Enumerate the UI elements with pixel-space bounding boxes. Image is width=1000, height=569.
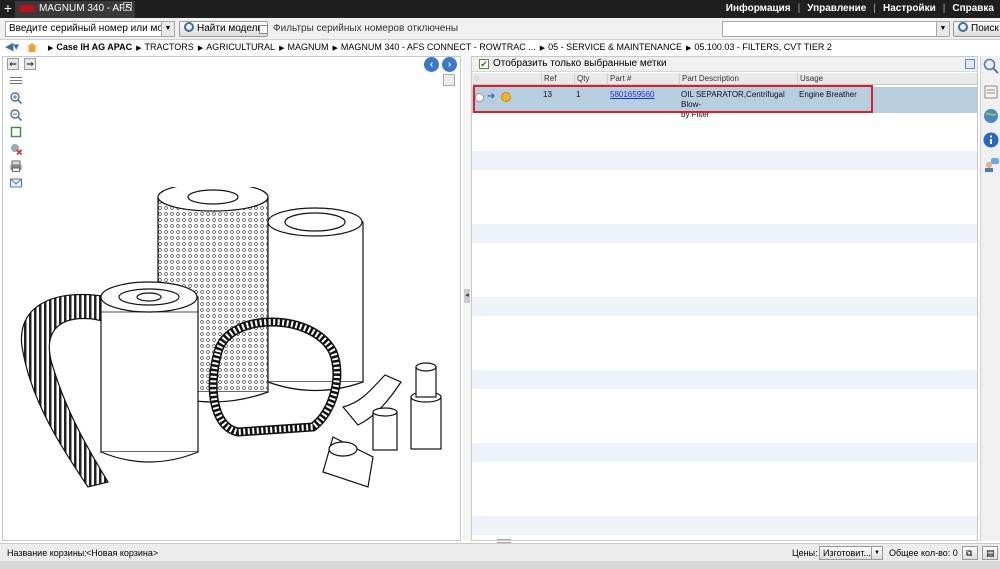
basket-label: Название корзины: <box>7 548 87 558</box>
document-tab[interactable]: MAGNUM 340 - AFS C... × <box>15 1 135 18</box>
column-ref[interactable]: Ref <box>541 73 574 85</box>
next-page-icon[interactable]: ⇒ <box>24 58 36 70</box>
document-list-icon[interactable] <box>983 84 999 100</box>
empty-row <box>472 297 977 316</box>
basket-view-icon[interactable]: ⧉ <box>962 546 978 560</box>
chevron-down-icon[interactable]: ▼ <box>936 22 949 36</box>
menu-settings[interactable]: Настройки <box>883 3 936 14</box>
fit-to-window-icon[interactable] <box>10 126 22 138</box>
parts-list-header: ✔ Отобразить только выбранные метки <box>472 57 977 72</box>
chevron-down-icon[interactable]: ▼ <box>161 22 174 36</box>
basket-add-icon[interactable]: ▤ <box>982 546 998 560</box>
tab-close-icon[interactable]: × <box>123 2 132 11</box>
total-quantity: Общее кол-во: 0 <box>889 548 958 558</box>
illustration-pane: ⇐ ⇒ ‹ › <box>2 56 461 541</box>
serial-model-input-value: Введите серийный номер или модель <box>9 23 175 34</box>
show-selected-label: Отобразить только выбранные метки <box>493 58 667 69</box>
breadcrumb-item[interactable]: MAGNUM <box>275 42 328 52</box>
brand-logo-icon <box>19 4 35 12</box>
resize-grip-icon[interactable] <box>497 539 511 543</box>
column-settings-icon[interactable] <box>965 59 975 69</box>
menu-help[interactable]: Справка <box>952 3 994 14</box>
search-button[interactable]: Поиск <box>953 21 1000 37</box>
new-tab-button[interactable]: + <box>2 0 14 18</box>
serial-filter-status: Фильтры серийных номеров отключены <box>273 23 459 34</box>
home-icon[interactable] <box>27 43 37 52</box>
right-toolbar <box>980 56 1000 541</box>
print-icon[interactable] <box>10 160 22 172</box>
empty-row <box>472 370 977 389</box>
zoom-in-icon[interactable] <box>10 92 22 104</box>
column-part-description[interactable]: Part Description <box>679 73 797 85</box>
menu-manage[interactable]: Управление <box>807 3 866 14</box>
menu-info[interactable]: Информация <box>726 3 791 14</box>
serial-filter-checkbox[interactable] <box>259 25 268 34</box>
breadcrumb-item[interactable]: AGRICULTURAL <box>194 42 275 52</box>
clear-selection-icon[interactable] <box>10 143 22 155</box>
search-toolbar: Введите серийный номер или модель ▼ Найт… <box>0 18 1000 40</box>
back-arrow-icon[interactable]: ◀▾ <box>5 40 19 55</box>
info-icon[interactable] <box>983 132 999 148</box>
thumbnail-icon[interactable] <box>443 74 455 86</box>
tab-title: MAGNUM 340 - AFS C... <box>39 3 135 14</box>
bottom-border <box>0 561 1000 569</box>
pane-splitter[interactable]: ◂ <box>463 56 471 541</box>
global-search-input[interactable]: ▼ <box>722 21 950 37</box>
selected-part-highlight <box>473 85 873 113</box>
column-part-number[interactable]: Part # <box>607 73 679 85</box>
breadcrumb-item[interactable]: MAGNUM 340 - AFS CONNECT - ROWTRAC ... <box>328 42 535 52</box>
breadcrumb-item[interactable]: Case IH AG APAC <box>44 42 132 52</box>
user-chat-icon[interactable] <box>983 156 999 172</box>
illustration-tools <box>10 75 24 194</box>
basket-name[interactable]: <Новая корзина> <box>86 544 158 562</box>
zoom-out-icon[interactable] <box>10 109 22 121</box>
empty-row <box>472 224 977 243</box>
breadcrumb: ◀▾ Case IH AG APACTRACTORSAGRICULTURALMA… <box>0 40 1000 55</box>
select-all-icon[interactable]: ◌ <box>472 73 486 85</box>
top-menu: Информация | Управление | Настройки | Справка <box>725 3 994 14</box>
search-icon <box>184 22 194 32</box>
globe-icon[interactable] <box>983 108 999 124</box>
empty-row <box>472 151 977 170</box>
breadcrumb-item[interactable]: TRACTORS <box>132 42 194 52</box>
column-usage[interactable]: Usage <box>797 73 977 85</box>
back-arrow-icon[interactable]: ‹ <box>424 57 439 72</box>
parts-illustration[interactable] <box>13 187 453 502</box>
column-qty[interactable]: Qty <box>574 73 607 85</box>
show-selected-checkbox[interactable]: ✔ <box>479 59 489 69</box>
breadcrumb-item[interactable]: 05 - SERVICE & MAINTENANCE <box>536 42 682 52</box>
search-icon <box>958 22 968 32</box>
collapse-handle-icon[interactable]: ◂ <box>464 289 470 303</box>
prices-select[interactable]: Изготовит... ▼ <box>819 546 883 560</box>
status-bar: Название корзины: <Новая корзина> Цены: … <box>0 539 1000 562</box>
title-bar: + MAGNUM 340 - AFS C... × Информация|Упр… <box>0 0 1000 18</box>
thumbnails-icon[interactable] <box>10 75 22 87</box>
serial-model-input[interactable]: Введите серийный номер или модель ▼ <box>5 21 175 37</box>
previous-page-icon[interactable]: ⇐ <box>7 58 19 70</box>
forward-arrow-icon[interactable]: › <box>442 57 457 72</box>
find-model-button[interactable]: Найти модель <box>179 21 268 37</box>
parts-list-pane: ✔ Отобразить только выбранные метки ◌ Re… <box>471 56 978 541</box>
empty-row <box>472 443 977 462</box>
chevron-down-icon[interactable]: ▼ <box>871 547 882 559</box>
search-icon[interactable] <box>983 58 999 74</box>
empty-row <box>472 516 977 535</box>
grid-header: ◌ Ref Qty Part # Part Description Usage <box>472 73 977 85</box>
breadcrumb-item[interactable]: 05.100.03 - FILTERS, CVT TIER 2 <box>682 42 832 52</box>
prices-label: Цены: <box>792 548 818 558</box>
